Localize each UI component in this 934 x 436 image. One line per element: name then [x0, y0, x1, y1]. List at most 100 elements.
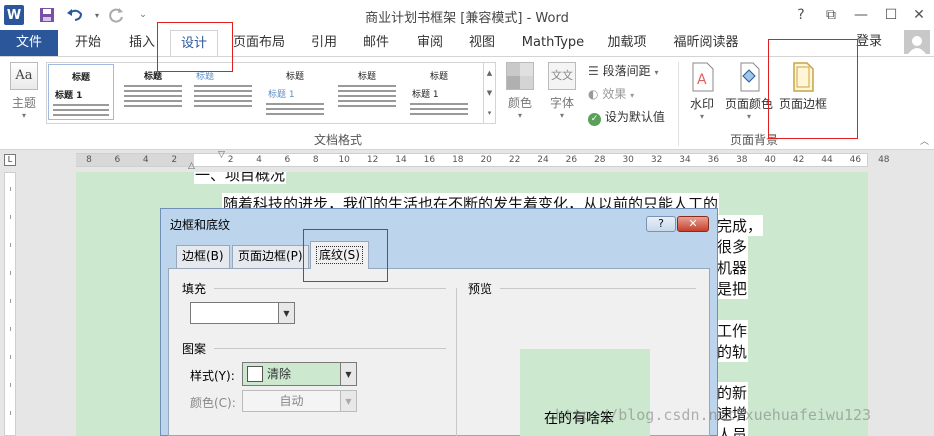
- ruler-tick-label: 6: [114, 155, 121, 165]
- first-line-indent-marker-icon[interactable]: ▽: [218, 150, 225, 160]
- gallery-scroll[interactable]: ▲ ▼ ▾: [483, 63, 495, 123]
- blog-watermark: http://blog.csdn.net/xuehuafeiwu123: [555, 406, 872, 424]
- tab-mailings[interactable]: 邮件: [356, 30, 396, 56]
- tab-selector-icon[interactable]: L: [4, 154, 16, 166]
- minimize-icon[interactable]: —: [848, 4, 874, 26]
- watermark-button[interactable]: A 水印 ▾: [684, 62, 720, 121]
- close-glyph: ✕: [913, 7, 925, 23]
- effects-button[interactable]: ◐ 效果 ▾: [588, 85, 634, 102]
- tab-view[interactable]: 视图: [462, 30, 502, 56]
- ruler-tick-label: 46: [849, 155, 862, 165]
- undo-icon[interactable]: [64, 5, 86, 25]
- vertical-ruler-tick: [10, 243, 11, 247]
- ruler-tick-label: 26: [565, 155, 578, 165]
- style-thumbnail-sub: 标题 1: [55, 91, 83, 101]
- dialog-help-button[interactable]: ?: [646, 216, 676, 232]
- pattern-style-combo[interactable]: 清除 ▼: [242, 362, 357, 386]
- customize-qat-icon[interactable]: ⌄: [132, 5, 154, 25]
- paragraph-spacing-dropdown-icon: ▾: [654, 68, 659, 77]
- ribbon-display-options-icon[interactable]: ⧉: [818, 4, 844, 26]
- document-line-10[interactable]: 人员: [716, 424, 749, 436]
- document-line-3[interactable]: 很多: [716, 236, 749, 257]
- themes-icon: Aa: [10, 62, 38, 90]
- effects-dropdown-icon: ▾: [630, 91, 635, 100]
- ruler-tick-label: 34: [679, 155, 691, 165]
- document-line-2[interactable]: 完成，: [716, 215, 764, 236]
- colors-icon: [506, 62, 534, 90]
- document-line-4[interactable]: 机器: [716, 257, 749, 278]
- save-icon[interactable]: [36, 5, 58, 25]
- tab-page-layout[interactable]: 页面布局: [226, 30, 292, 56]
- style-thumbnail-1[interactable]: 标题 标题 1: [48, 64, 114, 120]
- title-bar: W ▾ ⌄ 商业计划书框架 [兼容模式] - Word ? ⧉ — ☐ ✕: [0, 0, 934, 30]
- word-window: W ▾ ⌄ 商业计划书框架 [兼容模式] - Word ? ⧉ — ☐ ✕ 文件…: [0, 0, 934, 436]
- vertical-ruler[interactable]: [4, 172, 16, 436]
- minimize-glyph: —: [854, 7, 868, 23]
- document-line-6[interactable]: 工作: [716, 320, 749, 341]
- highlight-design-tab: [157, 22, 233, 72]
- style-thumbnail-5[interactable]: 标题: [334, 64, 400, 120]
- tab-file[interactable]: 文件: [0, 30, 58, 56]
- tab-home[interactable]: 开始: [66, 30, 110, 56]
- ruler-tick-label: 4: [142, 155, 149, 165]
- document-line-7[interactable]: 的轨: [716, 341, 749, 362]
- collapse-ribbon-icon[interactable]: ︿: [920, 134, 929, 147]
- fonts-label: 字体: [549, 96, 574, 110]
- ruler-tick-label: 48: [878, 155, 890, 165]
- paragraph-spacing-button[interactable]: ☰ 段落间距 ▾: [588, 62, 658, 79]
- style-thumbnail-3[interactable]: 标题: [190, 64, 256, 120]
- dialog-close-button[interactable]: ✕: [677, 216, 709, 232]
- ruler-tick-label: 18: [452, 155, 464, 165]
- ruler-tick-label: 10: [338, 155, 350, 165]
- fill-color-combo[interactable]: ▼: [190, 302, 295, 324]
- color-label: 颜色(C):: [190, 396, 236, 410]
- set-as-default-label: 设为默认值: [604, 110, 665, 124]
- tab-references[interactable]: 引用: [304, 30, 344, 56]
- colors-button[interactable]: 颜色 ▾: [504, 62, 536, 120]
- ribbon-display-glyph: ⧉: [826, 7, 836, 23]
- themes-label: 主题: [11, 96, 36, 110]
- ruler-tick-label: 4: [256, 155, 262, 165]
- user-icon: [908, 36, 926, 54]
- close-icon[interactable]: ✕: [906, 4, 932, 26]
- redo-icon[interactable]: [106, 5, 128, 25]
- tab-page-border[interactable]: 页面边框(P): [232, 245, 309, 268]
- tab-shading[interactable]: 底纹(S): [310, 241, 369, 269]
- fonts-button[interactable]: 文文 字体 ▾: [546, 62, 578, 120]
- style-thumbnail-2[interactable]: 标题: [120, 64, 186, 120]
- fill-dropdown-icon: ▼: [278, 303, 294, 323]
- tab-review[interactable]: 审阅: [410, 30, 450, 56]
- highlight-page-borders: [768, 39, 858, 139]
- fonts-dropdown-icon: ▾: [559, 111, 564, 120]
- style-thumbnail-sub: 标题 1: [412, 90, 439, 100]
- paragraph-spacing-label: 段落间距: [602, 64, 651, 78]
- help-icon[interactable]: ?: [788, 4, 814, 26]
- pattern-label: 图案: [182, 342, 207, 356]
- group-separator: [678, 62, 679, 146]
- tab-mathtype[interactable]: MathType: [518, 30, 588, 56]
- vertical-ruler-tick: [10, 355, 11, 359]
- style-thumbnail-6[interactable]: 标题 标题 1: [406, 64, 472, 120]
- set-as-default-button[interactable]: ✓ 设为默认值: [588, 108, 665, 126]
- tab-addins[interactable]: 加载项: [602, 30, 652, 56]
- login-link[interactable]: 登录: [856, 30, 882, 56]
- tab-foxit-reader[interactable]: 福昕阅读器: [666, 30, 746, 56]
- tab-borders[interactable]: 边框(B): [176, 245, 230, 268]
- pattern-color-combo[interactable]: 自动 ▼: [242, 390, 357, 412]
- checkmark-icon: ✓: [588, 113, 601, 126]
- vertical-ruler-tick: [10, 215, 11, 219]
- undo-dropdown-icon[interactable]: ▾: [86, 5, 108, 25]
- document-line-5[interactable]: 是把: [716, 278, 749, 299]
- themes-button[interactable]: Aa 主题 ▾: [6, 62, 42, 120]
- document-heading[interactable]: 一、项目概况: [194, 172, 287, 184]
- word-app-icon[interactable]: W: [4, 5, 24, 25]
- watermark-icon: A: [692, 62, 714, 92]
- style-thumbnail-4[interactable]: 标题 标题 1: [262, 64, 328, 120]
- document-line-8[interactable]: 的新: [716, 382, 749, 403]
- ruler-tick-label: 2: [171, 155, 178, 165]
- page-color-icon: [740, 62, 760, 92]
- avatar[interactable]: [904, 30, 930, 54]
- maximize-glyph: ☐: [884, 7, 898, 23]
- colors-label: 颜色: [507, 96, 532, 110]
- maximize-icon[interactable]: ☐: [878, 4, 904, 26]
